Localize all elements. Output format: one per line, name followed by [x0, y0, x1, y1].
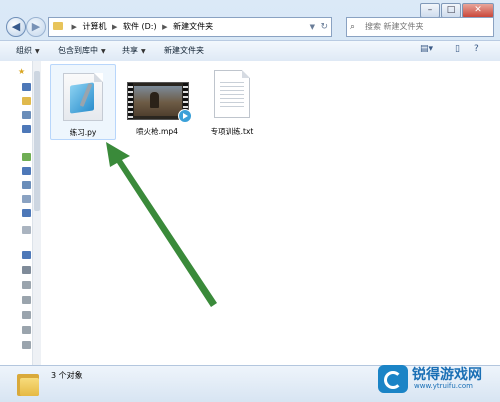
object-count: 3 个对象	[51, 371, 83, 380]
annotation-arrow	[106, 142, 217, 307]
watermark-brand: 锐得游戏网	[412, 367, 482, 383]
green-arrow-shape	[106, 142, 217, 307]
brand-logo-icon	[378, 365, 408, 393]
watermark-url: www.ytruifu.com	[414, 382, 473, 390]
watermark-logo: 锐得游戏网 www.ytruifu.com	[378, 360, 498, 400]
explorer-window: – □ ✕ ◀ ▶ ▶ 计算机 ▶ 软件 (D:) ▶ 新建文件夹 ▼ ↻ ⌕ …	[0, 0, 500, 402]
folder-icon	[17, 372, 39, 396]
